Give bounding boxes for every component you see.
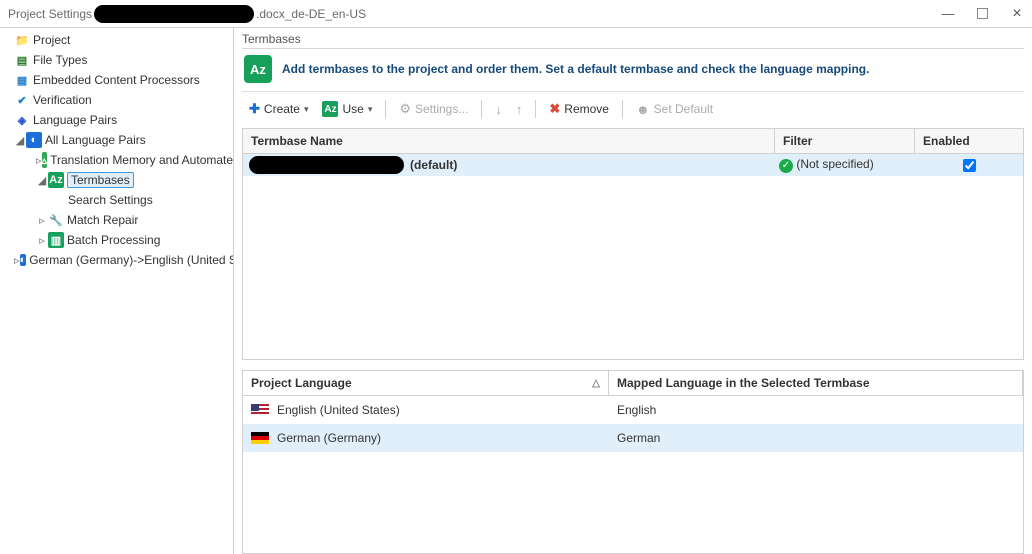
termbase-row[interactable]: (default) ✓ (Not specified) — [243, 154, 1023, 176]
dropdown-icon: ▾ — [304, 104, 309, 115]
flag-us-icon — [251, 404, 269, 416]
plus-icon: ✚ — [249, 101, 260, 117]
create-button[interactable]: ✚Create▾ — [244, 98, 313, 120]
sort-asc-icon: △ — [592, 378, 600, 389]
lang-pair-icon: ◐ — [20, 254, 27, 266]
redacted-title-part1 — [94, 5, 254, 23]
col-termbase-name[interactable]: Termbase Name — [243, 129, 775, 153]
nav-embedded-content[interactable]: ▦Embedded Content Processors — [0, 70, 233, 90]
default-suffix: (default) — [410, 158, 457, 172]
col-project-language[interactable]: Project Language△ — [243, 371, 609, 395]
termbase-large-icon: Az — [244, 55, 272, 83]
termbase-table: Termbase Name Filter Enabled (default) ✓… — [242, 128, 1024, 360]
nav-batch-processing[interactable]: ▹▥Batch Processing — [0, 230, 233, 250]
language-mapping-table: Project Language△ Mapped Language in the… — [242, 370, 1024, 554]
nav-project[interactable]: 📁Project — [0, 30, 233, 50]
language-row[interactable]: English (United States) English — [243, 396, 1023, 424]
section-description: Add termbases to the project and order t… — [282, 62, 869, 76]
language-icon: ◈ — [14, 112, 30, 128]
nav-language-pairs[interactable]: ◈Language Pairs — [0, 110, 233, 130]
gear-icon: ⚙ — [399, 101, 411, 117]
close-button[interactable]: × — [1010, 7, 1024, 21]
nav-all-language-pairs[interactable]: ◢◐All Language Pairs — [0, 130, 233, 150]
nav-translation-memory[interactable]: ▹▵Translation Memory and Automate — [0, 150, 233, 170]
title-prefix: Project Settings — [8, 7, 92, 21]
nav-verification[interactable]: ✔Verification — [0, 90, 233, 110]
move-up-button[interactable]: ↑ — [511, 99, 528, 120]
all-pairs-icon: ◐ — [26, 132, 42, 148]
termbase-icon: Az — [48, 172, 64, 188]
arrow-down-icon: ↓ — [495, 102, 502, 117]
file-icon: ▤ — [14, 52, 30, 68]
set-default-button[interactable]: ☻Set Default — [631, 99, 718, 120]
embed-icon: ▦ — [14, 72, 30, 88]
termbase-icon: Az — [322, 101, 338, 117]
collapse-icon[interactable]: ◢ — [14, 134, 26, 147]
wrench-icon: 🔧 — [48, 212, 64, 228]
remove-button[interactable]: ✖Remove — [544, 98, 614, 120]
nav-termbases[interactable]: ◢AzTermbases — [0, 170, 233, 190]
tm-icon: ▵ — [42, 152, 48, 168]
dropdown-icon: ▾ — [368, 104, 373, 115]
arrow-up-icon: ↑ — [516, 102, 523, 117]
flag-de-icon — [251, 432, 269, 444]
toolbar: ✚Create▾ AzUse▾ ⚙Settings... ↓ ↑ ✖Remove… — [234, 92, 1032, 128]
window-title: Project Settings .docx_de-DE_en-US — [8, 5, 366, 23]
window-controls: — × — [941, 7, 1024, 21]
col-mapped-language[interactable]: Mapped Language in the Selected Termbase — [609, 371, 1023, 395]
nav-search-settings[interactable]: Search Settings — [0, 190, 233, 210]
nav-target-pair[interactable]: ▹◐German (Germany)->English (United S — [0, 250, 233, 270]
title-bar: Project Settings .docx_de-DE_en-US — × — [0, 0, 1032, 28]
section-title: Termbases — [234, 28, 1032, 48]
settings-button[interactable]: ⚙Settings... — [394, 98, 473, 120]
batch-icon: ▥ — [48, 232, 64, 248]
title-suffix: .docx_de-DE_en-US — [256, 7, 366, 21]
col-enabled[interactable]: Enabled — [915, 129, 1023, 153]
remove-icon: ✖ — [549, 101, 560, 117]
nav-match-repair[interactable]: ▹🔧Match Repair — [0, 210, 233, 230]
expand-icon[interactable]: ▹ — [36, 234, 48, 247]
move-down-button[interactable]: ↓ — [490, 99, 507, 120]
nav-file-types[interactable]: ▤File Types — [0, 50, 233, 70]
collapse-icon[interactable]: ◢ — [36, 174, 48, 187]
check-icon: ✓ — [779, 159, 793, 173]
verify-icon: ✔ — [14, 92, 30, 108]
navigation-tree: 📁Project ▤File Types ▦Embedded Content P… — [0, 28, 234, 554]
minimize-button[interactable]: — — [941, 7, 955, 21]
default-icon: ☻ — [636, 102, 650, 117]
enabled-checkbox[interactable] — [963, 159, 976, 172]
expand-icon[interactable]: ▹ — [36, 214, 48, 227]
col-filter[interactable]: Filter — [775, 129, 915, 153]
use-button[interactable]: AzUse▾ — [317, 98, 377, 120]
language-row[interactable]: German (Germany) German — [243, 424, 1023, 452]
redacted-termbase-name — [249, 156, 404, 174]
expand-icon[interactable]: ▹ — [14, 254, 20, 267]
filter-value: (Not specified) — [796, 157, 873, 171]
maximize-button[interactable] — [977, 8, 988, 19]
folder-icon: 📁 — [14, 32, 30, 48]
